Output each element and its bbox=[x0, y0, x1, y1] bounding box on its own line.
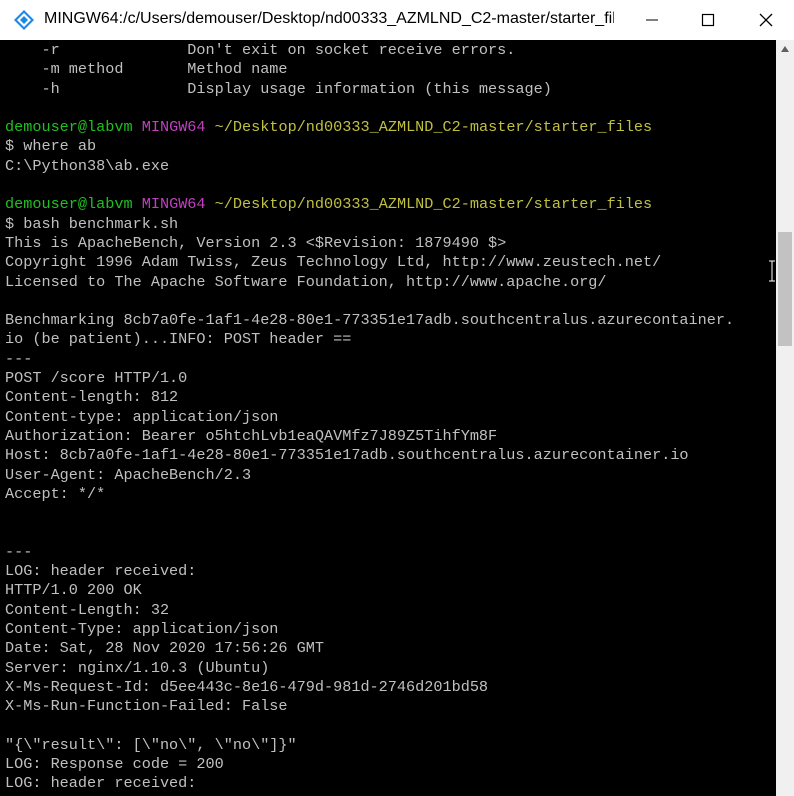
terminal-line: -r Don't exit on socket receive errors. bbox=[5, 41, 516, 59]
terminal-line: Server: nginx/1.10.3 (Ubuntu) bbox=[5, 658, 270, 677]
terminal-line: Date: Sat, 28 Nov 2020 17:56:26 GMT bbox=[5, 639, 324, 658]
terminal-line: io (be patient)...INFO: POST header == bbox=[5, 330, 352, 349]
close-button[interactable] bbox=[738, 0, 794, 40]
terminal-line: X-Ms-Run-Function-Failed: False bbox=[5, 697, 288, 716]
terminal-line: "{\"result\": [\"no\", \"no\"]}" bbox=[5, 735, 297, 754]
prompt-user: demouser@labvm bbox=[5, 118, 133, 137]
terminal-output[interactable]: -r Don't exit on socket receive errors. … bbox=[0, 40, 776, 796]
minimize-button[interactable] bbox=[624, 0, 680, 40]
scroll-thumb[interactable] bbox=[778, 232, 792, 346]
terminal-line: Accept: */* bbox=[5, 484, 106, 503]
title-bar[interactable]: MINGW64:/c/Users/demouser/Desktop/nd0033… bbox=[0, 0, 794, 40]
terminal-line: -h Display usage information (this messa… bbox=[5, 79, 552, 98]
window-title: MINGW64:/c/Users/demouser/Desktop/nd0033… bbox=[44, 10, 614, 27]
terminal-line: --- bbox=[5, 542, 33, 561]
terminal-line: X-Ms-Request-Id: d5ee443c-8e16-479d-981d… bbox=[5, 677, 489, 696]
prompt-line: demouser@labvm MINGW64 ~/Desktop/nd00333… bbox=[5, 195, 734, 214]
git-bash-icon bbox=[14, 10, 34, 30]
terminal-line: LOG: Response code = 200 bbox=[5, 754, 224, 773]
terminal-line: Host: 8cb7a0fe-1af1-4e28-80e1-773351e17a… bbox=[5, 446, 689, 465]
terminal-line: Licensed to The Apache Software Foundati… bbox=[5, 272, 607, 291]
terminal-line: User-Agent: ApacheBench/2.3 bbox=[5, 465, 252, 484]
maximize-button[interactable] bbox=[680, 0, 736, 40]
close-icon bbox=[759, 13, 773, 27]
terminal-line: Content-Type: application/json bbox=[5, 619, 279, 638]
chevron-up-icon bbox=[781, 46, 789, 52]
terminal-line: LOG: header received: bbox=[5, 562, 197, 581]
terminal-line: --- bbox=[5, 349, 33, 368]
terminal-line: Content-type: application/json bbox=[5, 407, 279, 426]
terminal-line: POST /score HTTP/1.0 bbox=[5, 369, 188, 388]
terminal-lines: -r Don't exit on socket receive errors. … bbox=[5, 41, 734, 794]
terminal-line: Benchmarking 8cb7a0fe-1af1-4e28-80e1-773… bbox=[5, 311, 735, 330]
maximize-icon bbox=[701, 13, 715, 27]
prompt-host: MINGW64 bbox=[141, 118, 206, 137]
prompt-path: ~/Desktop/nd00333_AZMLND_C2-master/start… bbox=[214, 195, 653, 214]
terminal-window: MINGW64:/c/Users/demouser/Desktop/nd0033… bbox=[0, 0, 794, 796]
terminal-line: $ bash benchmark.sh bbox=[5, 214, 179, 233]
terminal-line: This is ApacheBench, Version 2.3 <$Revis… bbox=[5, 233, 507, 252]
terminal-line: $ where ab bbox=[5, 137, 97, 156]
terminal-line: LOG: header received: bbox=[5, 774, 197, 793]
terminal-line: HTTP/1.0 200 OK bbox=[5, 581, 142, 600]
terminal-line: Authorization: Bearer o5htchLvb1eaQAVMfz… bbox=[5, 426, 498, 445]
prompt-path: ~/Desktop/nd00333_AZMLND_C2-master/start… bbox=[214, 118, 653, 137]
terminal-line: C:\Python38\ab.exe bbox=[5, 156, 170, 175]
prompt-user: demouser@labvm bbox=[5, 195, 133, 214]
terminal-line: -m method Method name bbox=[5, 60, 288, 79]
prompt-host: MINGW64 bbox=[141, 195, 206, 214]
vertical-scrollbar[interactable] bbox=[776, 40, 794, 796]
text-cursor-icon bbox=[769, 260, 775, 282]
terminal-line: Content-length: 812 bbox=[5, 388, 179, 407]
prompt-line: demouser@labvm MINGW64 ~/Desktop/nd00333… bbox=[5, 118, 734, 137]
terminal-line: Copyright 1996 Adam Twiss, Zeus Technolo… bbox=[5, 253, 662, 272]
scroll-up-button[interactable] bbox=[776, 40, 794, 58]
terminal-line: Content-Length: 32 bbox=[5, 600, 170, 619]
minimize-icon bbox=[646, 19, 658, 21]
